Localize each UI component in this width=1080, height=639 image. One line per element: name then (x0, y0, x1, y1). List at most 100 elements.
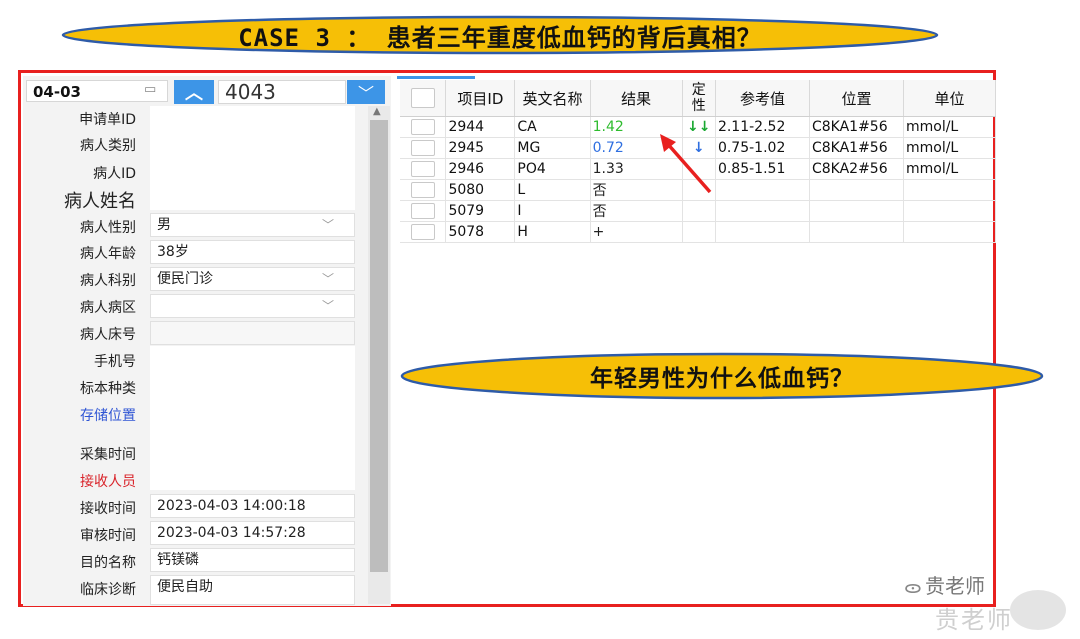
label-receiver: 接收人员 (80, 474, 136, 490)
label-age: 病人年龄 (80, 246, 136, 262)
bed-field[interactable] (150, 321, 355, 345)
cell-english-name: CA (514, 116, 591, 138)
col-result[interactable]: 结果 (590, 80, 683, 117)
age-field[interactable]: 38岁 (150, 240, 355, 264)
cell-result: 否 (590, 200, 683, 222)
receive-time-field[interactable]: 2023-04-03 14:00:18 (150, 494, 355, 518)
cell-unit: mmol/L (903, 137, 997, 159)
active-tab-indicator (397, 76, 475, 79)
row-select-cell (400, 200, 447, 222)
label-review-time: 审核时间 (80, 528, 136, 544)
receive-time-value: 2023-04-03 14:00:18 (157, 498, 306, 514)
cell-item-id: 2944 (445, 116, 516, 138)
table-header-row: 项目ID 英文名称 结果 定性 参考值 位置 单位 (400, 80, 997, 117)
label-bed: 病人床号 (80, 327, 136, 343)
diagnosis-field[interactable]: 便民自助 (150, 575, 355, 605)
cell-qualitative (682, 221, 716, 243)
age-value: 38岁 (157, 244, 189, 260)
review-time-field[interactable]: 2023-04-03 14:57:28 (150, 521, 355, 545)
label-request-id: 申请单ID (79, 112, 136, 128)
cell-position (809, 200, 904, 222)
row-checkbox[interactable] (410, 203, 435, 219)
col-position[interactable]: 位置 (809, 80, 904, 117)
watermark-logo (1010, 590, 1066, 630)
cell-reference: 2.11-2.52 (715, 116, 810, 138)
label-patient-id: 病人ID (93, 166, 136, 182)
gender-value: 男 (157, 217, 171, 233)
label-storage-location[interactable]: 存储位置 (26, 405, 136, 425)
row-select-cell (400, 137, 447, 159)
cell-item-id: 5079 (445, 200, 516, 222)
cell-position: C8KA1#56 (809, 116, 904, 138)
sample-number-field[interactable]: 4043 (218, 80, 346, 104)
cell-reference (715, 179, 810, 201)
row-checkbox[interactable] (410, 119, 435, 135)
review-time-value: 2023-04-03 14:57:28 (157, 525, 306, 541)
label-department: 病人科别 (80, 273, 136, 289)
cell-reference: 0.75-1.02 (715, 137, 810, 159)
ward-select[interactable]: ﹀ (150, 294, 355, 318)
purpose-value: 钙镁磷 (157, 552, 199, 568)
cell-reference: 0.85-1.51 (715, 158, 810, 180)
cell-unit (903, 200, 997, 222)
cell-english-name: PO4 (514, 158, 591, 180)
calendar-icon[interactable]: ▭ (144, 82, 156, 97)
cell-item-id: 2946 (445, 158, 516, 180)
title-banner: CASE 3 ： 患者三年重度低血钙的背后真相？ (238, 23, 762, 52)
row-select-cell (400, 221, 447, 243)
cell-position (809, 221, 904, 243)
department-select[interactable]: 便民门诊 ﹀ (150, 267, 355, 291)
label-gender: 病人性别 (80, 220, 136, 236)
label-purpose: 目的名称 (80, 555, 136, 571)
scroll-up-icon[interactable]: ▲ (373, 106, 381, 117)
col-english-name[interactable]: 英文名称 (514, 80, 591, 117)
label-ward: 病人病区 (80, 300, 136, 316)
col-item-id[interactable]: 项目ID (445, 80, 516, 117)
row-select-cell (400, 158, 447, 180)
cell-item-id: 5078 (445, 221, 516, 243)
cell-position: C8KA2#56 (809, 158, 904, 180)
next-sample-button[interactable]: ﹀ (347, 80, 385, 104)
label-patient-name: 病人姓名 (64, 191, 136, 212)
table-row[interactable]: 5078 H + (400, 221, 997, 243)
previous-sample-button[interactable]: ︿ (174, 80, 214, 104)
callout-question: 年轻男性为什么低血钙？ (590, 366, 854, 392)
cell-position (809, 179, 904, 201)
department-value: 便民门诊 (157, 271, 213, 287)
row-select-cell (400, 179, 447, 201)
label-receive-time: 接收时间 (80, 501, 136, 517)
purpose-field[interactable]: 钙镁磷 (150, 548, 355, 572)
chevron-down-icon: ﹀ (357, 84, 374, 103)
chevron-up-icon: ︿ (185, 83, 203, 104)
row-checkbox[interactable] (410, 224, 435, 240)
col-qualitative[interactable]: 定性 (682, 80, 716, 117)
row-checkbox[interactable] (410, 161, 435, 177)
select-all-checkbox[interactable] (400, 80, 447, 117)
cell-unit: mmol/L (903, 158, 997, 180)
checkbox[interactable] (410, 88, 435, 108)
cell-item-id: 2945 (445, 137, 516, 159)
chevron-down-icon: ﹀ (321, 218, 334, 232)
col-unit[interactable]: 单位 (903, 80, 997, 117)
red-arrow-annotation (660, 134, 712, 194)
form-scrollbar-thumb[interactable] (370, 120, 388, 572)
cell-qualitative (682, 200, 716, 222)
cell-english-name: MG (514, 137, 591, 159)
wechat-icon: ᯣ (904, 577, 922, 598)
label-phone: 手机号 (94, 354, 136, 370)
cell-item-id: 5080 (445, 179, 516, 201)
table-row[interactable]: 5079 I 否 (400, 200, 997, 222)
label-patient-category: 病人类别 (80, 138, 136, 154)
cell-result: + (590, 221, 683, 243)
col-qualitative-label: 定性 (691, 82, 706, 114)
gender-select[interactable]: 男 ﹀ (150, 213, 355, 237)
cell-unit: mmol/L (903, 116, 997, 138)
col-reference[interactable]: 参考值 (715, 80, 810, 117)
row-checkbox[interactable] (410, 182, 435, 198)
chevron-down-icon: ﹀ (321, 299, 334, 313)
cell-unit (903, 179, 997, 201)
row-checkbox[interactable] (410, 140, 435, 156)
label-specimen-type: 标本种类 (80, 381, 136, 397)
watermark-faded: 贵老师 (935, 606, 1013, 634)
cell-reference (715, 200, 810, 222)
